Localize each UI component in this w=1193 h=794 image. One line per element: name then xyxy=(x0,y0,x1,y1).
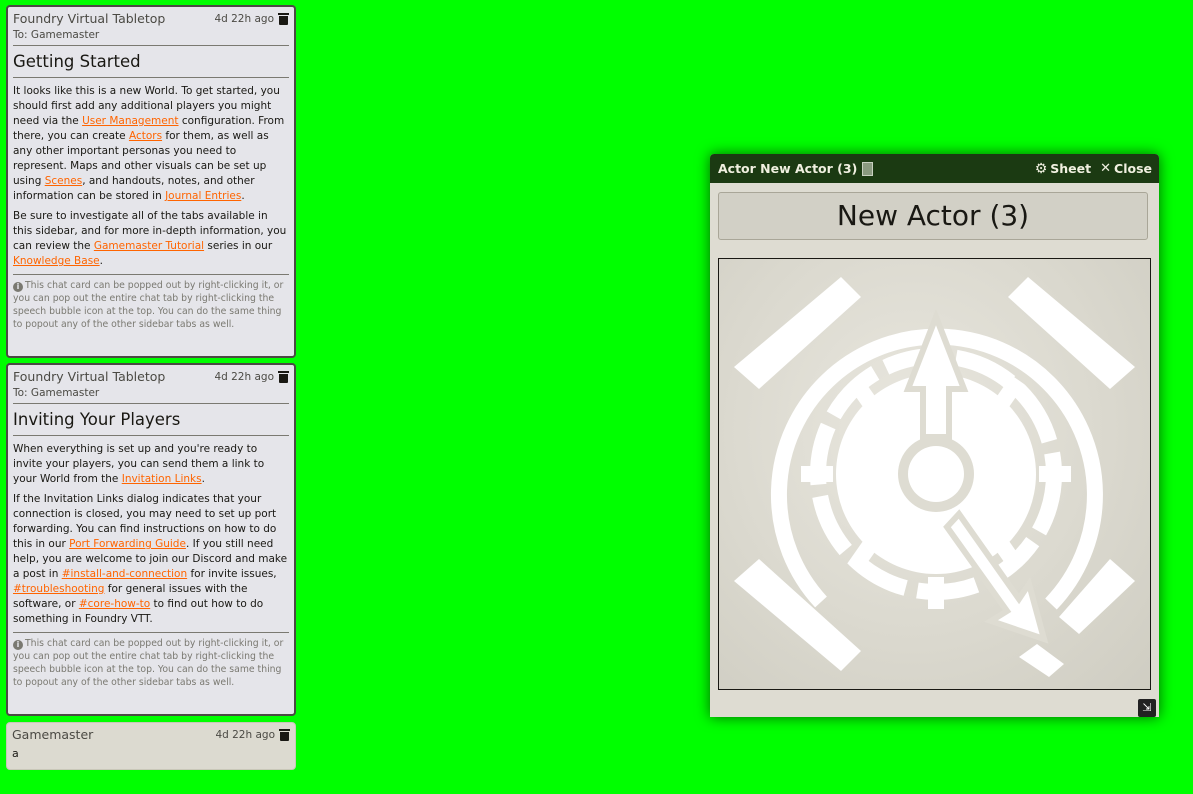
message-content: It looks like this is a new World. To ge… xyxy=(13,84,289,269)
window-controls: ⚙ Sheet ✕ Close xyxy=(1035,161,1152,176)
chat-message-inviting-players[interactable]: Foundry Virtual Tabletop 4d 22h ago To: … xyxy=(6,363,296,716)
link-port-forwarding-guide[interactable]: Port Forwarding Guide xyxy=(69,538,186,550)
message-sender: Gamemaster xyxy=(12,727,94,742)
paragraph: If the Invitation Links dialog indicates… xyxy=(13,492,289,627)
window-title-text: Actor New Actor (3) xyxy=(718,161,858,176)
sheet-config-button[interactable]: ⚙ Sheet xyxy=(1035,161,1091,176)
hint-text: This chat card can be popped out by righ… xyxy=(13,638,284,688)
link-invitation-links[interactable]: Invitation Links xyxy=(122,473,202,485)
link-core-how-to[interactable]: #core-how-to xyxy=(79,598,150,610)
close-icon: ✕ xyxy=(1100,160,1112,176)
trash-icon[interactable] xyxy=(279,729,290,741)
trash-icon[interactable] xyxy=(278,13,289,25)
info-circle-icon: i xyxy=(13,282,23,292)
close-button[interactable]: ✕ Close xyxy=(1100,161,1152,176)
sheet-label: Sheet xyxy=(1050,161,1092,176)
link-troubleshooting[interactable]: #troubleshooting xyxy=(13,583,104,595)
paragraph: When everything is set up and you're rea… xyxy=(13,442,289,487)
chat-message-gamemaster[interactable]: Gamemaster 4d 22h ago a xyxy=(6,722,296,770)
mystery-man-token-icon xyxy=(734,277,1135,677)
whisper-to: To: Gamemaster xyxy=(13,29,289,46)
gear-icon: ⚙ xyxy=(1034,160,1048,177)
text: for invite issues, xyxy=(187,568,277,580)
link-user-management[interactable]: User Management xyxy=(82,115,178,127)
message-sender: Foundry Virtual Tabletop xyxy=(13,369,166,384)
message-sender: Foundry Virtual Tabletop xyxy=(13,11,166,26)
close-label: Close xyxy=(1114,161,1152,176)
chat-message-getting-started[interactable]: Foundry Virtual Tabletop 4d 22h ago To: … xyxy=(6,5,296,358)
paragraph: It looks like this is a new World. To ge… xyxy=(13,84,289,204)
window-header[interactable]: Actor New Actor (3) ⚙ Sheet ✕ Close xyxy=(710,154,1159,183)
book-icon[interactable] xyxy=(862,161,874,176)
link-install-and-connection[interactable]: #install-and-connection xyxy=(62,568,187,580)
popout-hint: i This chat card can be popped out by rig… xyxy=(13,632,289,689)
message-content: a xyxy=(12,747,19,760)
message-content: When everything is set up and you're rea… xyxy=(13,442,289,627)
actor-name-input[interactable]: New Actor (3) xyxy=(718,192,1148,240)
paragraph: Be sure to investigate all of the tabs a… xyxy=(13,209,289,269)
link-actors[interactable]: Actors xyxy=(129,130,162,142)
text: series in our xyxy=(204,240,273,252)
message-timestamp: 4d 22h ago xyxy=(215,729,275,741)
window-title: Actor New Actor (3) xyxy=(718,161,874,176)
message-title: Inviting Your Players xyxy=(13,410,289,436)
actor-sheet-window[interactable]: Actor New Actor (3) ⚙ Sheet ✕ Close New … xyxy=(710,154,1159,717)
popout-hint: i This chat card can be popped out by rig… xyxy=(13,274,289,331)
info-circle-icon: i xyxy=(13,640,23,650)
whisper-to: To: Gamemaster xyxy=(13,387,289,404)
message-timestamp: 4d 22h ago xyxy=(214,371,274,383)
resize-icon[interactable]: ⇲ xyxy=(1138,699,1156,717)
text: . xyxy=(241,190,245,202)
actor-portrait[interactable] xyxy=(718,258,1151,690)
text: . xyxy=(201,473,205,485)
hint-text: This chat card can be popped out by righ… xyxy=(13,280,284,330)
message-title: Getting Started xyxy=(13,52,289,78)
message-timestamp: 4d 22h ago xyxy=(214,13,274,25)
link-gamemaster-tutorial[interactable]: Gamemaster Tutorial xyxy=(94,240,204,252)
link-journal-entries[interactable]: Journal Entries xyxy=(165,190,241,202)
trash-icon[interactable] xyxy=(278,371,289,383)
text: . xyxy=(99,255,103,267)
link-knowledge-base[interactable]: Knowledge Base xyxy=(13,255,100,267)
link-scenes[interactable]: Scenes xyxy=(45,175,82,187)
